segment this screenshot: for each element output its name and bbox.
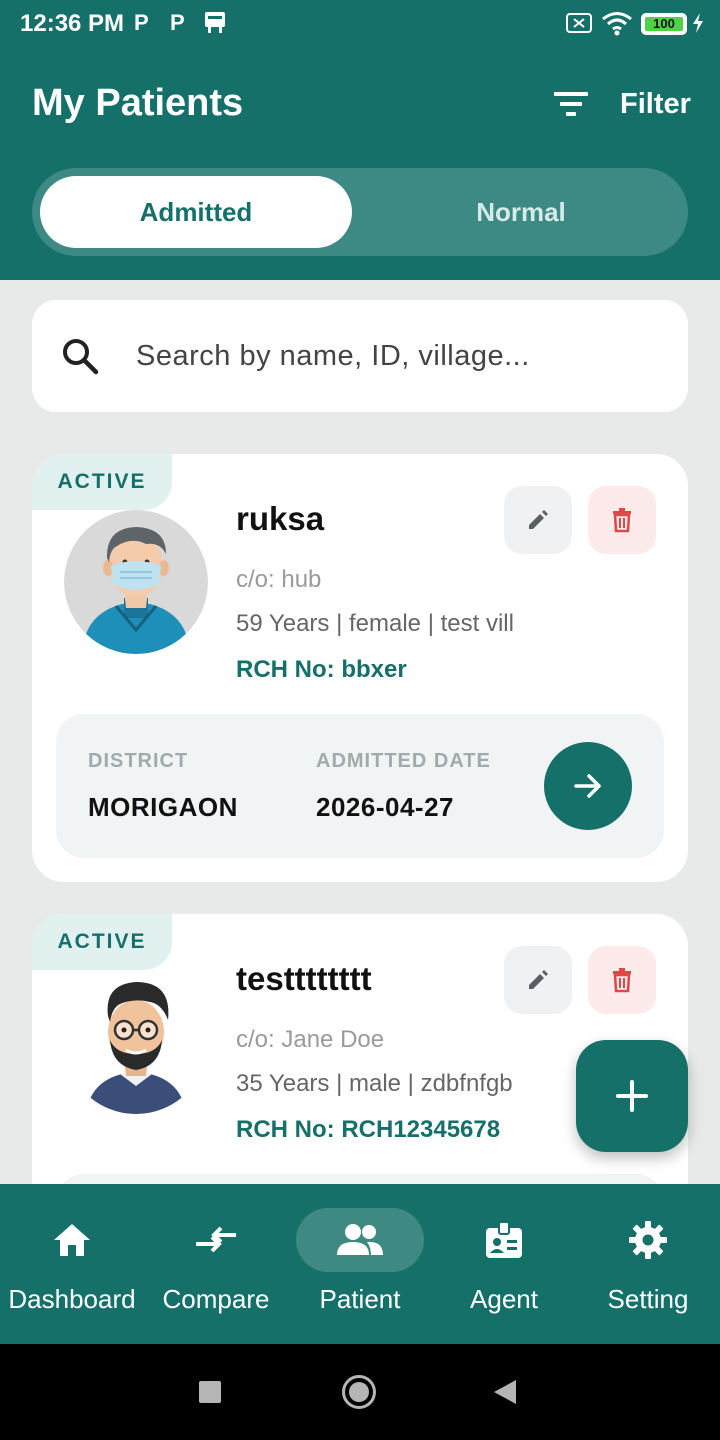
- nav-item-dashboard[interactable]: Dashboard: [0, 1184, 144, 1344]
- page-title: My Patients: [32, 82, 244, 124]
- wifi-icon: [601, 10, 633, 36]
- arrow-right-icon: [574, 774, 601, 798]
- home-button[interactable]: [342, 1375, 376, 1409]
- p-icon: P: [134, 10, 149, 35]
- recents-button[interactable]: [199, 1381, 221, 1403]
- patient-rch-number: RCH No: bbxer: [236, 656, 407, 683]
- trash-icon: [613, 508, 631, 533]
- pencil-icon: [529, 510, 548, 529]
- home-icon: [0, 1220, 144, 1260]
- status-bar: 12:36 PM P P 100: [0, 0, 720, 48]
- nav-label: Setting: [607, 1284, 689, 1314]
- no-sim-icon: [566, 10, 592, 36]
- patient-type-tabs: Admitted Normal: [32, 168, 688, 256]
- battery-level: 100: [653, 16, 675, 31]
- compare-icon: [144, 1220, 288, 1260]
- pencil-icon: [529, 970, 548, 989]
- gear-icon: [576, 1220, 720, 1260]
- add-patient-button[interactable]: [576, 1040, 688, 1152]
- patient-care-of: c/o: hub: [236, 566, 322, 593]
- search-bar: [32, 300, 688, 412]
- filter-icon: [554, 92, 588, 116]
- filter-button[interactable]: Filter: [552, 82, 691, 126]
- patient-card[interactable]: ACTIVE ruksa c/o: hub 59 Years | female …: [32, 454, 688, 882]
- system-nav-bar: [0, 1344, 720, 1440]
- notification-icon: [202, 10, 228, 36]
- search-icon: [63, 339, 99, 375]
- p-icon: P: [170, 10, 185, 35]
- patient-care-of: c/o: Jane Doe: [236, 1026, 385, 1053]
- tab-admitted[interactable]: Admitted: [40, 176, 352, 248]
- admitted-date-label: ADMITTED DATE: [316, 750, 491, 772]
- nav-item-patient[interactable]: Patient: [288, 1184, 432, 1344]
- people-icon: [288, 1220, 432, 1260]
- status-badge: ACTIVE: [32, 914, 172, 970]
- badge-icon: [432, 1220, 576, 1260]
- search-input[interactable]: [136, 330, 656, 382]
- patient-rch-number: RCH No: RCH12345678: [236, 1116, 501, 1143]
- battery-icon: 100: [641, 13, 687, 35]
- patient-details-panel: DISTRICT MORIGAON ADMITTED DATE 2026-04-…: [56, 714, 664, 858]
- avatar: [64, 510, 208, 654]
- delete-button[interactable]: [588, 946, 656, 1014]
- patient-name: ruksa: [236, 500, 325, 537]
- patient-info: 59 Years | female | test vill: [236, 610, 514, 637]
- nav-label: Patient: [319, 1284, 401, 1314]
- app-screen: 12:36 PM P P 100 My Patients Filter Admi…: [0, 0, 720, 1440]
- nav-label: Compare: [162, 1284, 270, 1314]
- trash-icon: [613, 968, 631, 993]
- edit-button[interactable]: [504, 486, 572, 554]
- open-patient-button[interactable]: [544, 742, 632, 830]
- nav-item-compare[interactable]: Compare: [144, 1184, 288, 1344]
- edit-button[interactable]: [504, 946, 572, 1014]
- status-time: 12:36 PM: [20, 10, 125, 37]
- status-badge: ACTIVE: [32, 454, 172, 510]
- nav-label: Dashboard: [8, 1284, 136, 1314]
- district-label: DISTRICT: [88, 750, 189, 772]
- bottom-nav: Dashboard Compare Patient Agent Setting: [0, 1184, 720, 1344]
- app-header: My Patients Filter Admitted Normal: [0, 48, 720, 280]
- plus-icon: [616, 1080, 648, 1112]
- nav-item-agent[interactable]: Agent: [432, 1184, 576, 1344]
- nav-label: Agent: [470, 1284, 538, 1314]
- tab-normal[interactable]: Normal: [362, 176, 680, 248]
- charging-icon: [692, 10, 704, 36]
- admitted-date-value: 2026-04-27: [316, 792, 454, 822]
- filter-label: Filter: [620, 87, 691, 120]
- district-value: MORIGAON: [88, 792, 238, 822]
- avatar: [64, 970, 208, 1114]
- patient-name: testttttttt: [236, 960, 372, 997]
- patient-info: 35 Years | male | zdbfnfgb: [236, 1070, 513, 1097]
- nav-item-setting[interactable]: Setting: [576, 1184, 720, 1344]
- back-button[interactable]: [494, 1380, 516, 1404]
- delete-button[interactable]: [588, 486, 656, 554]
